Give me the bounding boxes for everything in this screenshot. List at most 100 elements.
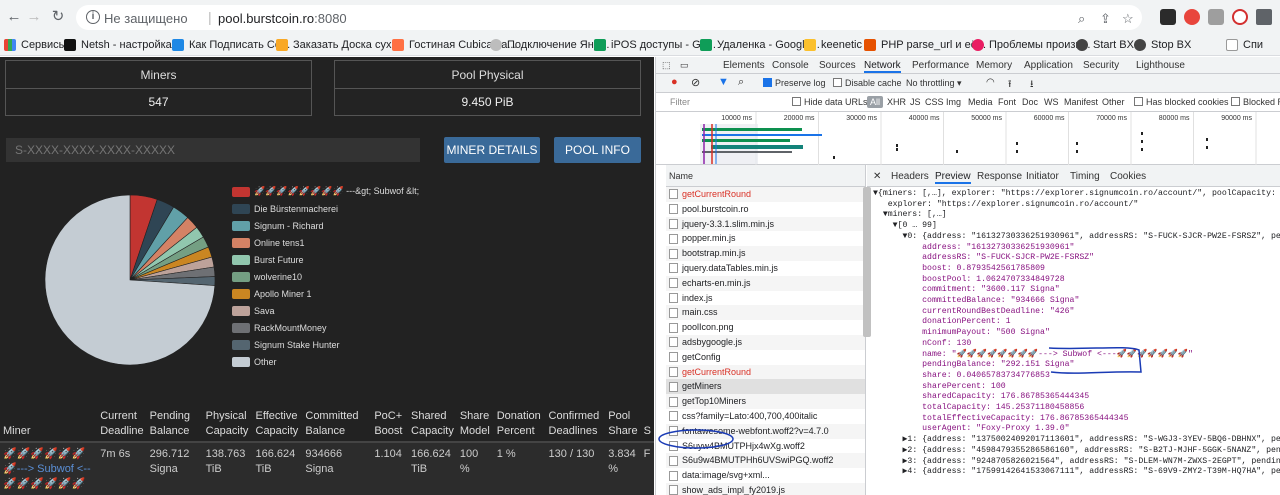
request-row[interactable]: poolIcon.png (666, 320, 865, 335)
request-row[interactable]: popper.min.js (666, 231, 865, 246)
bookmark-item[interactable]: Заказать Доска сух... (276, 36, 401, 54)
clear-icon[interactable]: ⊘ (691, 76, 700, 89)
bookmark-item[interactable]: Как Подписать Со... (172, 36, 290, 54)
filter-icon[interactable]: ▼ (718, 76, 729, 88)
request-row[interactable]: adsbygoogle.js (666, 334, 865, 350)
search-icon[interactable]: ⌕ (738, 76, 744, 89)
type-filter-css[interactable]: CSS (925, 97, 944, 107)
bookmark-item[interactable]: Спи (1226, 36, 1280, 54)
forward-icon[interactable]: → (24, 7, 44, 27)
tab-console[interactable]: Console (772, 58, 809, 73)
json-line[interactable]: explorer: "https://explorer.signumcoin.r… (873, 200, 1280, 211)
column-header[interactable]: Committed Balance (302, 404, 372, 443)
extensions-puzzle-icon[interactable] (1256, 9, 1272, 25)
bookmark-item[interactable]: Проблемы произв... (972, 36, 1090, 54)
bookmark-item[interactable]: Подключение Янд... (490, 36, 609, 54)
tab-timing[interactable]: Timing (1070, 169, 1100, 184)
type-filter-ws[interactable]: WS (1044, 97, 1059, 107)
json-line[interactable]: sharedCapacity: 176.86785365444345 (873, 392, 1280, 403)
wifi-icon[interactable]: ◠ (986, 77, 995, 88)
type-filter-doc[interactable]: Doc (1022, 97, 1038, 107)
record-icon[interactable]: ● (671, 76, 678, 88)
column-header[interactable]: Confirmed Deadlines (545, 404, 606, 443)
close-icon[interactable]: ✕ (873, 169, 881, 184)
extension-icon[interactable] (1184, 9, 1200, 25)
request-row[interactable]: getConfig (666, 350, 865, 365)
tab-response[interactable]: Response (977, 169, 1022, 184)
miner-link[interactable]: ---> Subwof <-- (17, 463, 91, 475)
name-column-header[interactable]: Name (666, 165, 865, 187)
type-filter-all[interactable]: All (867, 96, 884, 108)
request-row[interactable]: bootstrap.min.js (666, 246, 865, 261)
json-line[interactable]: commitment: "3600.117 Signa" (873, 285, 1280, 296)
import-icon[interactable]: ⭱ (1008, 77, 1012, 94)
legend-item[interactable]: Online tens1 (232, 234, 419, 251)
column-header[interactable]: S (640, 404, 654, 443)
blocked-cookies-checkbox[interactable]: Has blocked cookies (1134, 97, 1229, 107)
request-row[interactable]: jquery.dataTables.min.js (666, 261, 865, 276)
column-header[interactable]: Shared Capacity (408, 404, 457, 443)
miner-details-button[interactable]: MINER DETAILS (444, 137, 540, 163)
column-header[interactable]: Donation Percent (493, 404, 546, 443)
bookmark-item[interactable]: iPOS доступы - Go... (594, 36, 716, 54)
column-header[interactable]: PoC+ Boost (371, 404, 409, 443)
tab-lighthouse[interactable]: Lighthouse (1136, 58, 1185, 73)
disable-cache-checkbox[interactable]: Disable cache (833, 78, 902, 88)
tab-application[interactable]: Application (1024, 58, 1073, 73)
tab-elements[interactable]: Elements (723, 58, 765, 73)
bookmark-item[interactable]: Stop BX (1134, 36, 1191, 54)
json-line[interactable]: ▼[0 … 99] (873, 221, 1280, 232)
column-header[interactable]: Share Model (456, 404, 494, 443)
filter-input[interactable]: Filter (670, 97, 690, 107)
json-line[interactable]: minimumPayout: "500 Signa" (873, 328, 1280, 339)
request-row[interactable]: getTop10Miners (666, 394, 865, 409)
back-icon[interactable]: ← (4, 7, 24, 27)
json-line[interactable]: boost: 0.8793542561785809 (873, 264, 1280, 275)
preserve-log-checkbox[interactable]: Preserve log (763, 78, 826, 88)
json-line[interactable]: ▼{miners: [,…], explorer: "https://explo… (873, 189, 1280, 200)
json-line[interactable]: ▶2: {address: "4598479355286586160", add… (873, 446, 1280, 457)
miner-address-input[interactable] (6, 138, 420, 162)
extension-icon[interactable] (1232, 9, 1248, 25)
json-line[interactable]: ▶4: {address: "17599142641533067111", ad… (873, 467, 1280, 478)
request-row[interactable]: index.js (666, 291, 865, 306)
legend-item[interactable]: Sava (232, 302, 419, 319)
export-icon[interactable]: ⭳ (1030, 77, 1034, 94)
type-filter-manifest[interactable]: Manifest (1064, 97, 1098, 107)
request-row[interactable]: S6u9w4BMUTPHh6UVSwiPGQ.woff2 (666, 453, 865, 469)
tab-initiator[interactable]: Initiator (1026, 169, 1059, 184)
shield-icon[interactable] (1208, 9, 1224, 25)
bookmark-item[interactable]: PHP parse_url и её... (864, 36, 986, 54)
json-line[interactable]: sharePercent: 100 (873, 382, 1280, 393)
column-header[interactable]: Pool Share (605, 404, 641, 443)
extension-icon[interactable] (1160, 9, 1176, 25)
request-row[interactable]: echarts-en.min.js (666, 275, 865, 291)
miner-cell[interactable]: 🚀🚀🚀🚀🚀🚀 🚀---> Subwof <-- 🚀🚀🚀🚀🚀🚀 (0, 442, 98, 495)
request-row[interactable]: show_ads_impl_fy2019.js (666, 482, 865, 495)
json-line[interactable]: address: "16132730336251930961" (873, 243, 1280, 254)
json-line[interactable]: ▶3: {address: "9248705826021564", addres… (873, 457, 1280, 468)
checkbox[interactable] (1231, 97, 1240, 106)
inspect-icon[interactable]: ⬚ (662, 60, 671, 71)
request-row[interactable]: jquery-3.3.1.slim.min.js (666, 216, 865, 232)
request-row[interactable]: pool.burstcoin.ro (666, 202, 865, 217)
bookmark-item[interactable]: Сервисы (4, 36, 67, 54)
column-header[interactable]: Pending Balance (146, 404, 203, 443)
legend-item[interactable]: Other (232, 353, 419, 370)
checkbox[interactable] (763, 78, 772, 87)
zoom-icon[interactable]: ⌕ (1078, 11, 1085, 27)
bookmark-star-icon[interactable]: ☆ (1122, 11, 1134, 27)
column-header[interactable]: Current Deadline (97, 404, 147, 443)
legend-item[interactable]: wolverine10 (232, 268, 419, 285)
bookmark-item[interactable]: Start BX (1076, 36, 1134, 54)
json-line[interactable]: addressRS: "S-FUCK-SJCR-PW2E-FSRSZ" (873, 253, 1280, 264)
tab-network[interactable]: Network (864, 58, 901, 73)
tab-preview[interactable]: Preview (935, 169, 971, 184)
type-filter-media[interactable]: Media (968, 97, 993, 107)
tab-memory[interactable]: Memory (976, 58, 1012, 73)
column-header[interactable]: Effective Capacity (252, 404, 303, 443)
legend-item[interactable]: Burst Future (232, 251, 419, 268)
column-header[interactable]: Miner (0, 404, 98, 443)
tab-security[interactable]: Security (1083, 58, 1119, 73)
request-row[interactable]: css?family=Lato:400,700,400italic (666, 409, 865, 424)
